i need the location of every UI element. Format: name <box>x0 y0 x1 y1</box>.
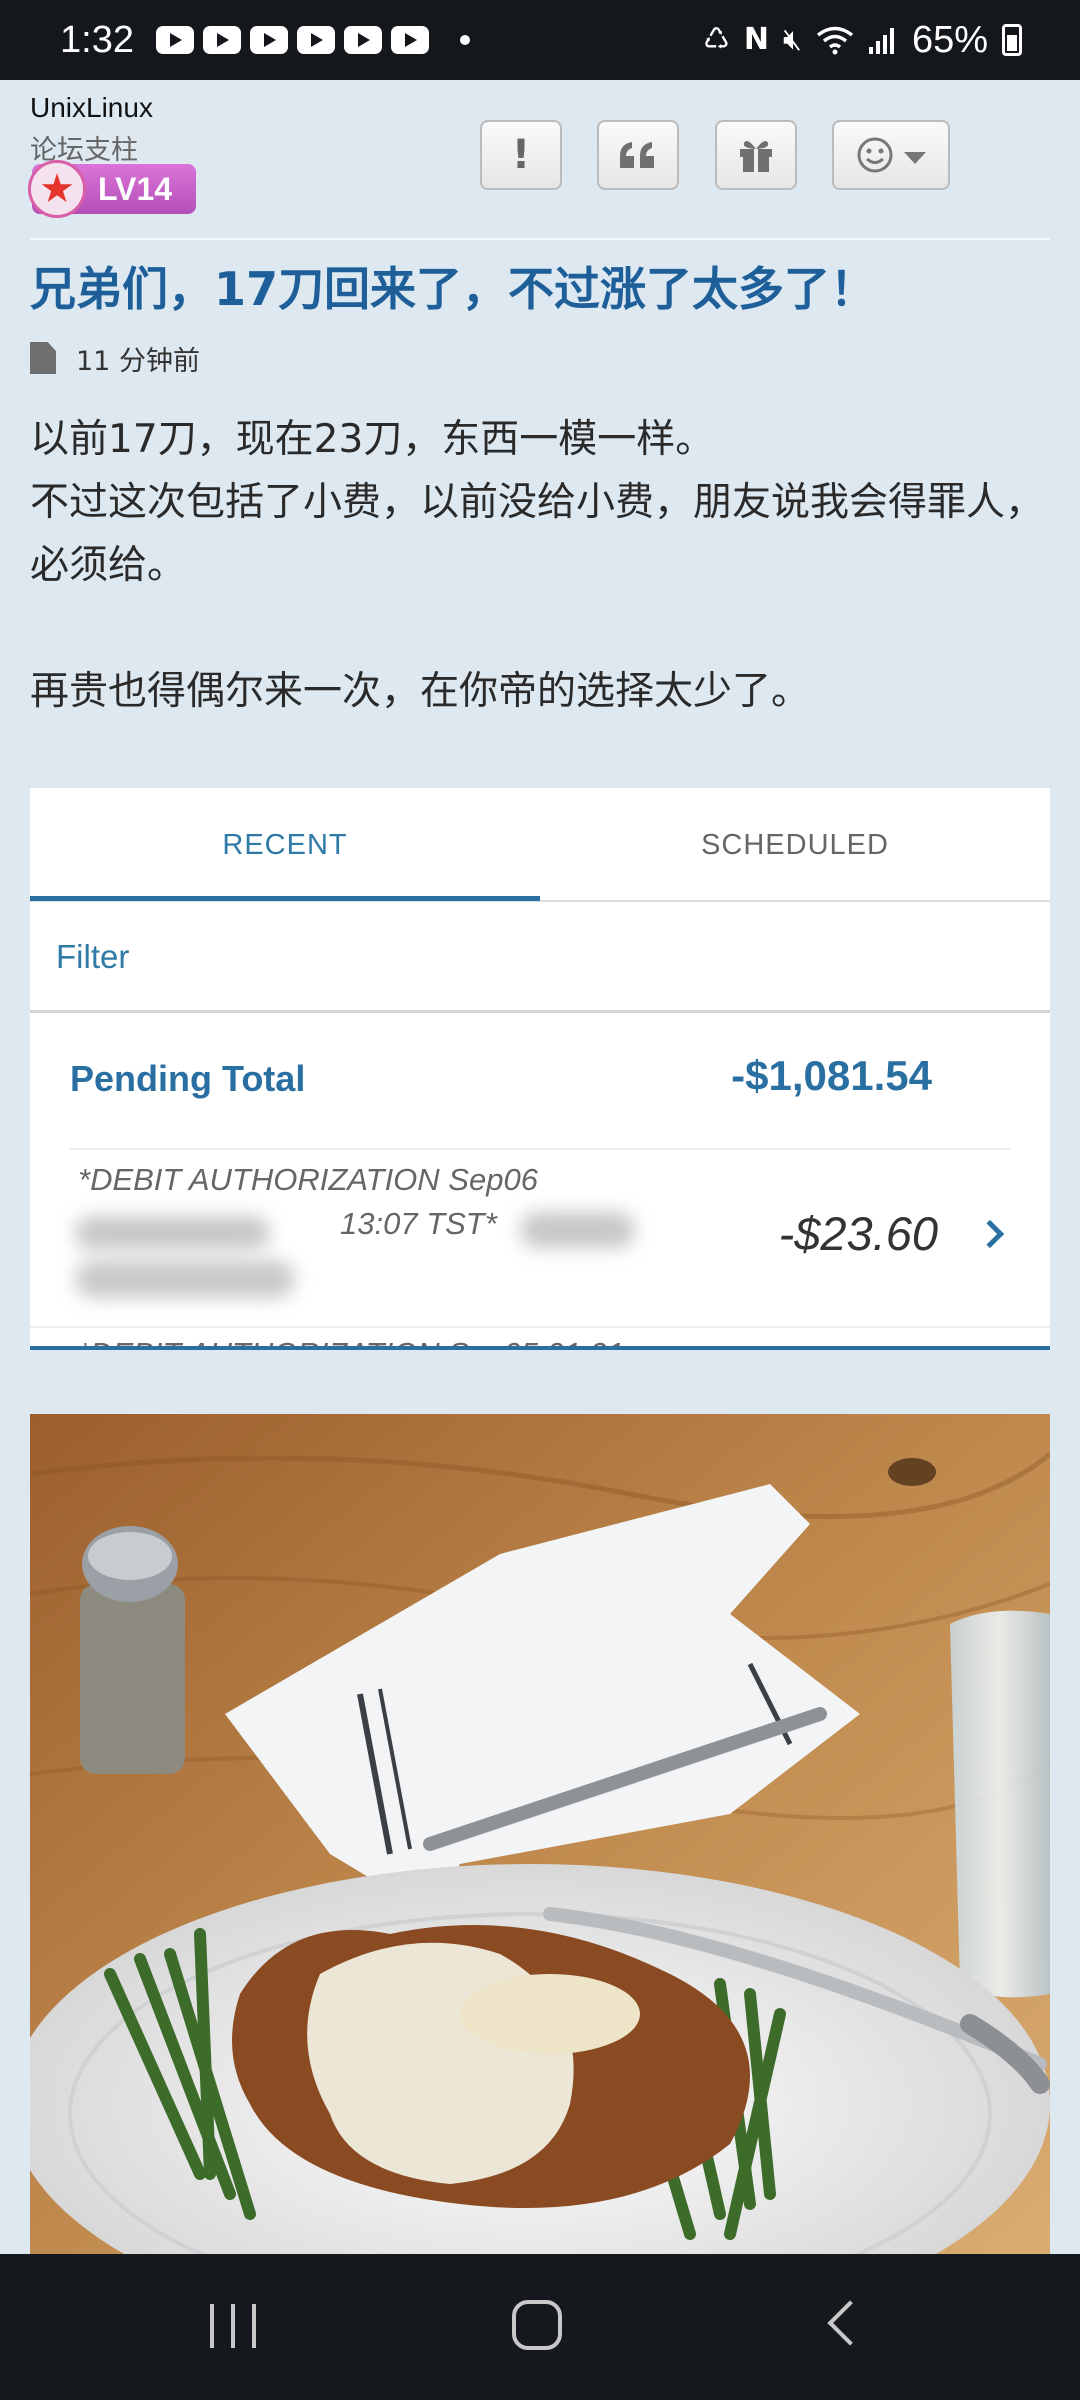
battery-saver-icon: ♺ <box>703 22 730 57</box>
post-header: UnixLinux 论坛支柱 ★ LV14 ! <box>28 92 1050 232</box>
home-button[interactable] <box>512 2300 562 2350</box>
bank-screenshot-image[interactable]: RECENT SCHEDULED Filter Pending Total -$… <box>30 788 1050 1350</box>
filter-separator <box>30 1010 1050 1013</box>
youtube-icon <box>202 26 241 54</box>
quote-icon <box>620 142 654 168</box>
signal-icon <box>868 28 894 54</box>
wifi-icon <box>816 26 853 55</box>
food-photo[interactable] <box>30 1414 1050 2254</box>
star-icon: ★ <box>28 160 86 218</box>
quote-button[interactable] <box>597 120 679 190</box>
battery-percentage: 65% <box>911 18 988 61</box>
post-title: 兄弟们，17刀回来了，不过涨了太多了！ <box>30 262 877 316</box>
redacted-text <box>520 1212 635 1248</box>
document-icon <box>30 342 56 374</box>
body-line: 不过这次包括了小费，以前没给小费，朋友说我会得罪人，必须给。 <box>30 480 1045 588</box>
reaction-button[interactable] <box>832 120 950 190</box>
bank-bottom-border <box>30 1346 1050 1350</box>
body-line <box>30 597 1050 660</box>
food-photo-drawing <box>30 1414 1050 2254</box>
header-divider <box>30 238 1050 240</box>
pending-total-label: Pending Total <box>70 1058 306 1099</box>
level-label: LV14 <box>98 170 173 207</box>
bank-tabs: RECENT SCHEDULED <box>30 788 1050 903</box>
tab-scheduled: SCHEDULED <box>701 829 889 861</box>
post-body: 以前17刀，现在23刀，东西一模一样。 不过这次包括了小费，以前没给小费，朋友说… <box>30 408 1050 723</box>
active-tab-indicator <box>30 896 540 901</box>
mute-icon: 🔇︎ <box>783 22 802 57</box>
status-bar: 1:32 ♺ N 🔇︎ 65% <box>0 0 1080 80</box>
tab-recent: RECENT <box>222 829 348 861</box>
chevron-down-icon <box>904 152 926 164</box>
report-button[interactable]: ! <box>480 120 562 190</box>
gift-button[interactable] <box>715 120 797 190</box>
author-name[interactable]: UnixLinux <box>30 92 153 124</box>
youtube-icon <box>390 26 429 54</box>
redacted-text <box>75 1216 270 1250</box>
gift-icon <box>740 141 772 172</box>
pending-separator <box>70 1148 1010 1150</box>
level-badge: ★ LV14 <box>28 160 196 218</box>
body-line: 再贵也得偶尔来一次，在你帝的选择太少了。 <box>30 669 811 714</box>
nfc-icon: N <box>743 22 770 57</box>
transaction-separator <box>30 1326 1050 1328</box>
status-time: 1:32 <box>60 18 134 61</box>
exclamation-icon: ! <box>511 132 531 178</box>
pending-total-amount: -$1,081.54 <box>731 1052 932 1099</box>
more-notifications-dot-icon <box>459 35 470 45</box>
body-line: 以前17刀，现在23刀，东西一模一样。 <box>30 417 715 462</box>
navigation-bar <box>0 2254 1080 2400</box>
youtube-icon <box>296 26 335 54</box>
youtube-icon <box>249 26 288 54</box>
filter-label: Filter <box>56 938 130 975</box>
post-time: 11 分钟前 <box>76 345 200 377</box>
system-status: ♺ N 🔇︎ 65% <box>703 19 1022 62</box>
recents-button[interactable] <box>210 2304 256 2348</box>
recents-icon-bar <box>252 2304 256 2348</box>
youtube-icon <box>155 26 194 54</box>
transaction-amount: -$23.60 <box>778 1207 938 1260</box>
smiley-icon <box>857 137 893 173</box>
redacted-text <box>75 1260 295 1298</box>
transaction-desc-line: *DEBIT AUTHORIZATION Sep06 <box>78 1162 538 1197</box>
chevron-right-icon <box>975 1219 1005 1249</box>
youtube-icon <box>343 26 382 54</box>
back-button[interactable] <box>827 2300 873 2346</box>
battery-icon <box>1002 24 1022 56</box>
post-meta: 11 分钟前 <box>30 338 200 378</box>
recents-icon-bar <box>210 2304 214 2348</box>
recents-icon-bar <box>231 2304 235 2348</box>
